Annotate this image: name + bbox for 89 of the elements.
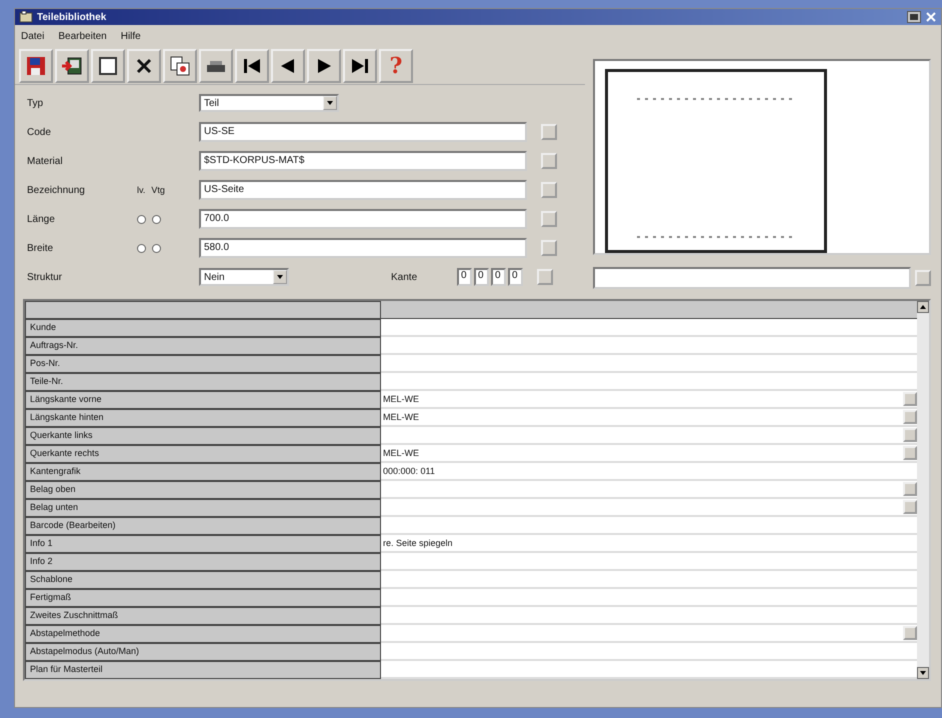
toolbar-button[interactable] [55, 49, 89, 83]
property-label: Plan für Masterteil [25, 661, 381, 679]
property-label: Abstapelmethode [25, 625, 381, 643]
field-label: Länge [27, 214, 56, 224]
floppy-icon [25, 55, 47, 77]
close-icon[interactable] [925, 11, 937, 23]
browse-button[interactable] [537, 269, 553, 285]
toolbar-button[interactable] [91, 49, 125, 83]
input-field[interactable]: US-Seite [199, 180, 527, 200]
radio-button[interactable] [137, 214, 146, 224]
ellipsis-button[interactable] [903, 428, 917, 442]
property-label: Auftrags-Nr. [25, 337, 381, 355]
menu-item[interactable]: Hilfe [120, 30, 141, 42]
property-label: Belag unten [25, 499, 381, 517]
ellipsis-button[interactable] [903, 482, 917, 496]
menu-item[interactable]: Bearbeiten [58, 30, 107, 42]
app-icon [19, 11, 33, 23]
import-icon [61, 55, 83, 77]
window-title: Teilebibliothek [37, 12, 106, 22]
copy-icon [169, 55, 191, 77]
property-label: Längskante vorne [25, 391, 381, 409]
field-label: Bezeichnung [27, 184, 86, 196]
edge-field[interactable]: 0 [474, 268, 489, 286]
property-value[interactable]: MEL-WE [381, 445, 917, 463]
property-value[interactable]: re. Seite spiegeln [381, 535, 917, 553]
toolbar-button[interactable] [127, 49, 161, 83]
property-label: Fertigmaß [25, 589, 381, 607]
property-label: Kantengrafik [25, 463, 381, 481]
property-value[interactable]: MEL-WE [381, 409, 917, 427]
property-label: Längskante hinten [25, 409, 381, 427]
property-label: Belag oben [25, 481, 381, 499]
toolbar-button[interactable] [271, 49, 305, 83]
toolbar-button[interactable] [343, 49, 377, 83]
input-field[interactable]: US-SE [199, 122, 527, 142]
browse-button[interactable] [541, 153, 557, 169]
edge-field[interactable]: 0 [491, 268, 506, 286]
scrollbar[interactable] [917, 301, 929, 679]
browse-button[interactable] [541, 211, 557, 227]
toolbar-button[interactable] [307, 49, 341, 83]
scroll-down-icon[interactable] [917, 667, 929, 679]
input-field[interactable]: 700.0 [199, 209, 527, 229]
property-label: Teile-Nr. [25, 373, 381, 391]
browse-button[interactable] [541, 182, 557, 198]
property-label: Abstapelmodus (Auto/Man) [25, 643, 381, 661]
ellipsis-button[interactable] [903, 446, 917, 460]
browse-button[interactable] [541, 240, 557, 256]
edge-field[interactable]: 0 [457, 268, 472, 286]
column-label: Vtg [151, 185, 165, 195]
field-label: Material [27, 156, 64, 166]
input-field[interactable]: 580.0 [199, 238, 527, 258]
browse-button[interactable] [915, 270, 931, 286]
field-label: Typ [27, 98, 44, 108]
property-label: Info 1 [25, 535, 381, 553]
field-label: Breite [27, 242, 54, 254]
property-label: Pos-Nr. [25, 355, 381, 373]
input-field[interactable] [593, 267, 911, 289]
browse-button[interactable] [541, 124, 557, 140]
property-label: Barcode (Bearbeiten) [25, 517, 381, 535]
field-label: Struktur [27, 272, 64, 282]
blank-page-icon [97, 55, 119, 77]
ellipsis-button[interactable] [903, 626, 917, 640]
toolbar-button[interactable] [235, 49, 269, 83]
window-icon-button[interactable] [907, 11, 921, 23]
type-dropdown[interactable]: Teil [199, 94, 339, 112]
radio-button[interactable] [152, 244, 161, 252]
property-label: Info 2 [25, 553, 381, 571]
menu-item[interactable]: Datei [21, 30, 44, 42]
radio-button[interactable] [152, 214, 161, 224]
toolbar-button[interactable] [163, 49, 197, 83]
ellipsis-button[interactable] [903, 392, 917, 406]
field-label: Code [27, 126, 52, 138]
property-label: Querkante links [25, 427, 381, 445]
toolbar-button[interactable] [19, 49, 53, 83]
property-label: Schablone [25, 571, 381, 589]
property-label: Zweites Zuschnittmaß [25, 607, 381, 625]
ellipsis-button[interactable] [903, 410, 917, 424]
toolbar-button[interactable] [199, 49, 233, 83]
edge-field[interactable]: 0 [508, 268, 523, 286]
scroll-up-icon[interactable] [917, 301, 929, 313]
property-value[interactable]: 000:000: 011 [381, 463, 917, 481]
radio-button[interactable] [137, 244, 146, 252]
property-value[interactable]: MEL-WE [381, 391, 917, 409]
field-label: Kante [391, 272, 418, 282]
property-label: Kunde [25, 319, 381, 337]
input-field[interactable]: $STD-KORPUS-MAT$ [199, 151, 527, 171]
column-label: lv. [137, 185, 146, 195]
structure-dropdown[interactable]: Nein [199, 268, 289, 286]
ellipsis-button[interactable] [903, 500, 917, 514]
property-label: Querkante rechts [25, 445, 381, 463]
